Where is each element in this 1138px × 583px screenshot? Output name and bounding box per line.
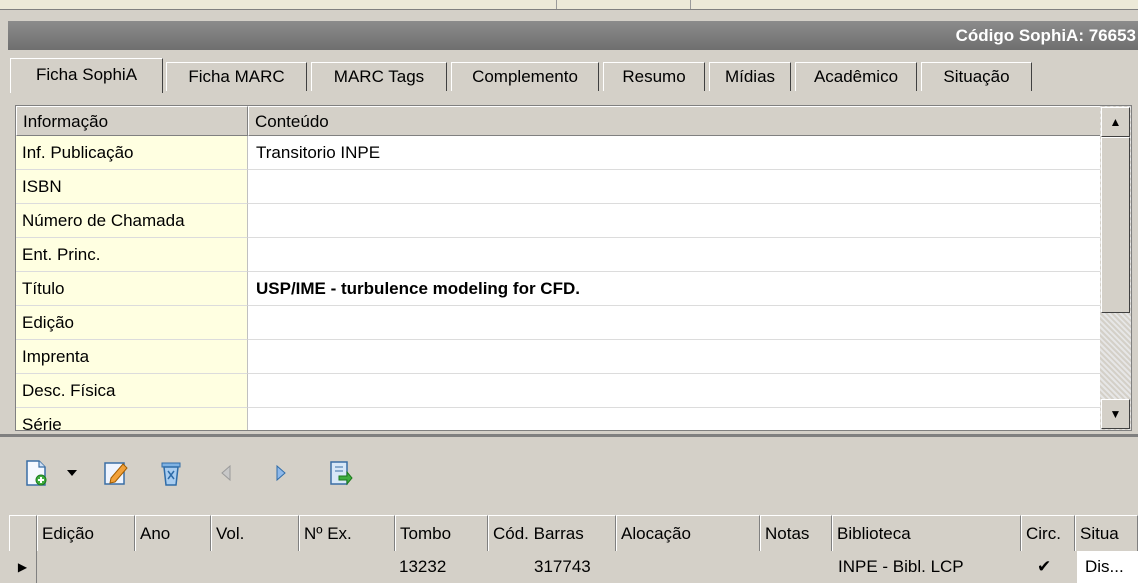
record-code-bar: Código SophiA: 76653 <box>8 21 1138 50</box>
table-row[interactable]: Inf. Publicação Transitorio INPE <box>16 136 1101 170</box>
previous-icon <box>221 464 231 482</box>
tab-complemento[interactable]: Complemento <box>451 62 599 91</box>
column-header-edicao[interactable]: Edição <box>37 515 135 551</box>
next-icon <box>276 464 286 482</box>
next-button[interactable] <box>265 455 297 491</box>
tab-ficha-marc[interactable]: Ficha MARC <box>166 62 307 91</box>
grid-header: Edição Ano Vol. Nº Ex. Tombo Cód. Barras… <box>9 515 1138 551</box>
record-code-label: Código SophiA: 76653 <box>955 26 1136 45</box>
new-item-button[interactable] <box>20 455 52 491</box>
divider <box>690 0 691 9</box>
column-header-situacao[interactable]: Situa <box>1075 515 1138 551</box>
column-header-alocacao[interactable]: Alocação <box>616 515 760 551</box>
field-label: ISBN <box>16 170 248 204</box>
field-value[interactable] <box>248 170 1101 204</box>
previous-button[interactable] <box>210 455 242 491</box>
current-row-indicator-icon: ▶ <box>9 551 37 583</box>
column-header-circ[interactable]: Circ. <box>1021 515 1075 551</box>
field-value[interactable] <box>248 306 1101 340</box>
export-button[interactable] <box>325 455 357 491</box>
table-row[interactable]: Número de Chamada <box>16 204 1101 238</box>
divider <box>0 9 1138 10</box>
table-row[interactable]: ▶ 13232 317743 INPE - Bibl. LCP ✔ Dis... <box>9 551 1138 583</box>
items-toolbar <box>0 455 1138 495</box>
field-label: Número de Chamada <box>16 204 248 238</box>
tab-resumo[interactable]: Resumo <box>603 62 705 91</box>
field-value[interactable] <box>248 238 1101 272</box>
field-label: Imprenta <box>16 340 248 374</box>
delete-item-button[interactable] <box>155 455 187 491</box>
field-label: Ent. Princ. <box>16 238 248 272</box>
delete-icon <box>161 462 181 486</box>
new-document-icon <box>26 460 47 486</box>
arrow-down-icon: ▼ <box>1109 407 1122 421</box>
edit-icon <box>104 462 128 485</box>
column-header-vol[interactable]: Vol. <box>211 515 299 551</box>
column-header-cod-barras[interactable]: Cód. Barras <box>488 515 616 551</box>
field-value[interactable] <box>248 340 1101 374</box>
field-value[interactable] <box>248 204 1101 238</box>
tombo-cell: 13232 <box>399 557 447 576</box>
scroll-down-button[interactable]: ▼ <box>1101 399 1130 429</box>
field-label: Inf. Publicação <box>16 136 248 170</box>
grid-header: Informação Conteúdo <box>16 106 1101 136</box>
tab-academico[interactable]: Acadêmico <box>795 62 917 91</box>
divider <box>556 0 557 9</box>
tab-situacao[interactable]: Situação <box>921 62 1032 91</box>
field-value[interactable] <box>248 408 1101 430</box>
arrow-up-icon: ▲ <box>1109 115 1122 129</box>
record-fields-grid: Informação Conteúdo Inf. Publicação Tran… <box>15 105 1132 431</box>
scroll-up-button[interactable]: ▲ <box>1101 107 1130 137</box>
table-row[interactable]: Título USP/IME - turbulence modeling for… <box>16 272 1101 306</box>
table-row[interactable]: ISBN <box>16 170 1101 204</box>
items-grid: Edição Ano Vol. Nº Ex. Tombo Cód. Barras… <box>9 515 1138 583</box>
scroll-thumb[interactable] <box>1101 137 1130 313</box>
column-header-n-ex[interactable]: Nº Ex. <box>299 515 395 551</box>
pane-splitter[interactable] <box>0 434 1138 437</box>
tab-marc-tags[interactable]: MARC Tags <box>311 62 447 91</box>
table-row[interactable]: Ent. Princ. <box>16 238 1101 272</box>
column-header-informacao[interactable]: Informação <box>16 106 248 136</box>
table-row[interactable]: Edição <box>16 306 1101 340</box>
field-value[interactable] <box>248 374 1101 408</box>
column-header-ano[interactable]: Ano <box>135 515 211 551</box>
tab-ficha-sophia[interactable]: Ficha SophiA <box>10 58 163 93</box>
situacao-cell[interactable]: Dis... <box>1077 551 1138 583</box>
new-item-dropdown[interactable] <box>62 455 82 491</box>
column-header-tombo[interactable]: Tombo <box>395 515 488 551</box>
table-row[interactable]: Desc. Física <box>16 374 1101 408</box>
column-header-conteudo[interactable]: Conteúdo <box>248 106 1101 136</box>
field-label: Edição <box>16 306 248 340</box>
top-strip <box>0 0 1138 9</box>
table-row[interactable]: Imprenta <box>16 340 1101 374</box>
row-indicator-header <box>9 515 37 551</box>
edit-item-button[interactable] <box>100 455 132 491</box>
field-label: Série <box>16 408 248 430</box>
cod-barras-cell: 317743 <box>534 557 591 576</box>
field-label: Desc. Física <box>16 374 248 408</box>
export-icon <box>330 461 353 486</box>
biblioteca-cell: INPE - Bibl. LCP <box>838 557 964 576</box>
vertical-scrollbar[interactable]: ▲ ▼ <box>1100 106 1131 430</box>
column-header-notas[interactable]: Notas <box>760 515 832 551</box>
field-value[interactable]: Transitorio INPE <box>248 136 1101 170</box>
field-label: Título <box>16 272 248 306</box>
field-value[interactable]: USP/IME - turbulence modeling for CFD. <box>248 272 1101 306</box>
circ-check-icon: ✔ <box>1037 557 1052 576</box>
tab-midias[interactable]: Mídias <box>709 62 791 91</box>
column-header-biblioteca[interactable]: Biblioteca <box>832 515 1021 551</box>
dropdown-arrow-icon <box>67 470 77 476</box>
table-row[interactable]: Série <box>16 408 1101 430</box>
